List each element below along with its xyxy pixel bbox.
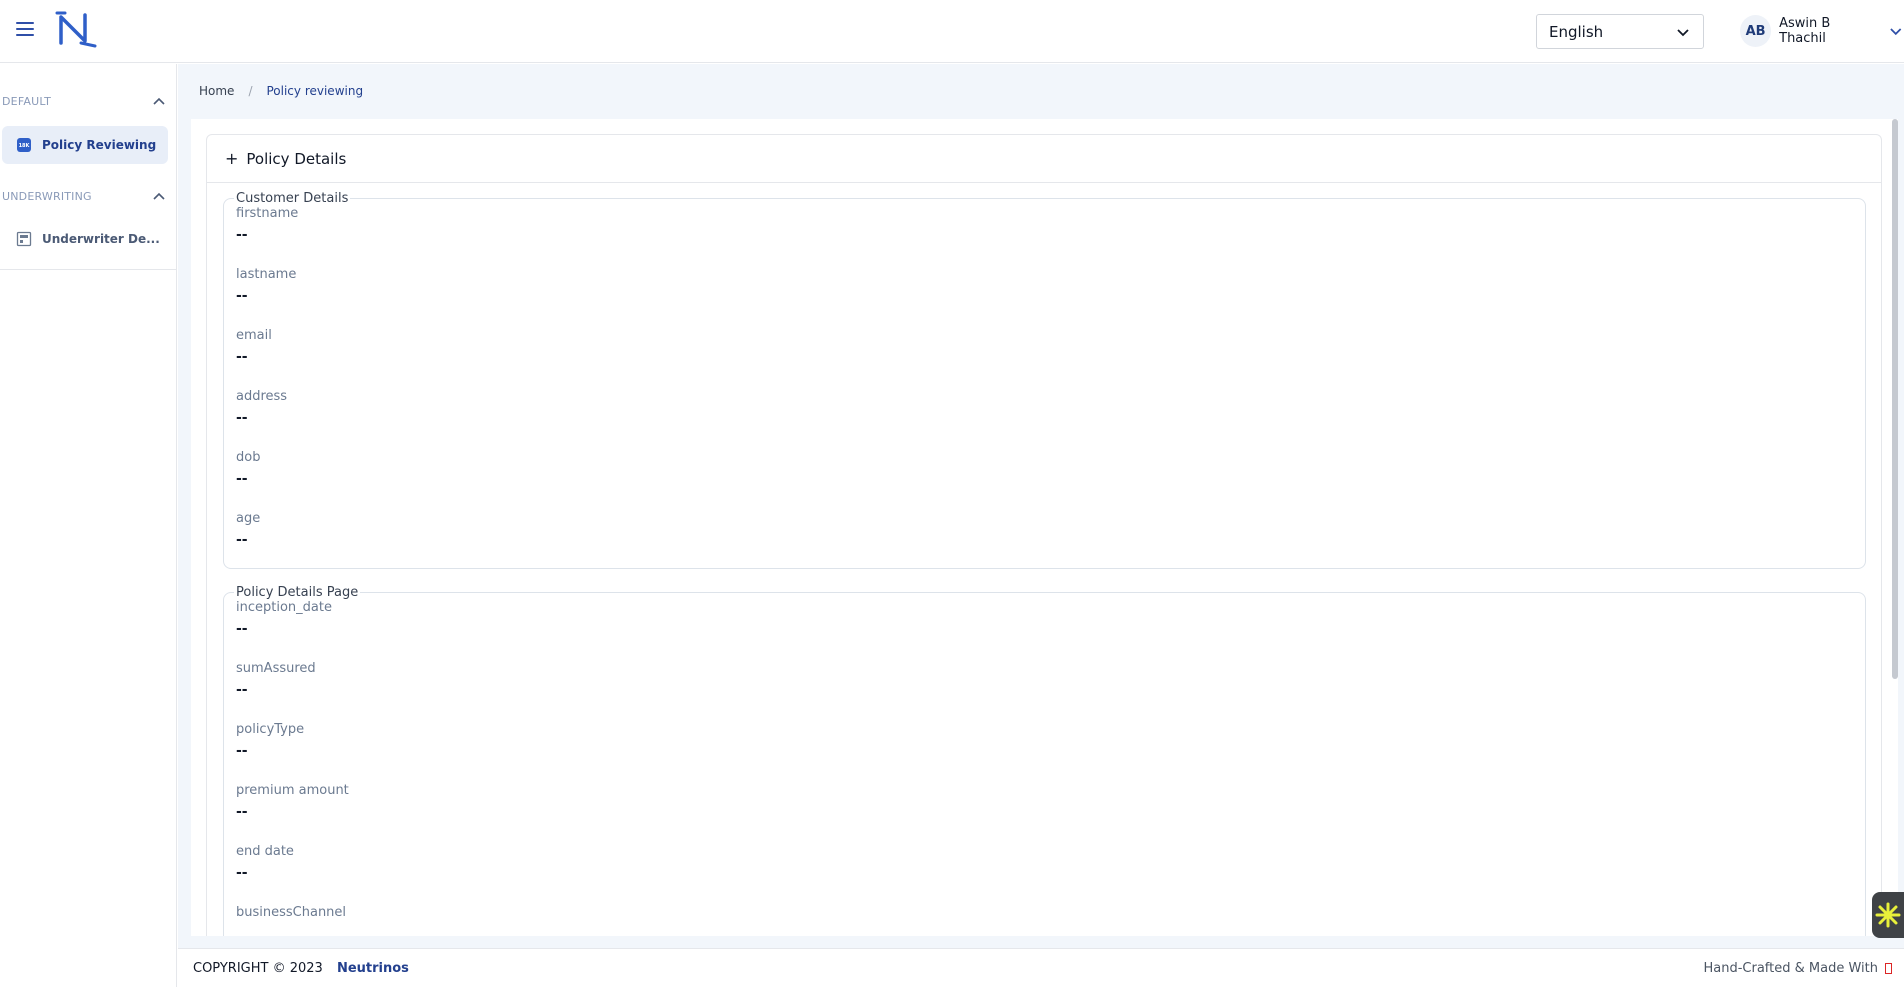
breadcrumb: Home / Policy reviewing <box>199 84 363 98</box>
field-label: dob <box>236 450 261 465</box>
copyright-text: COPYRIGHT © 2023 <box>193 960 323 976</box>
breadcrumb-home[interactable]: Home <box>199 84 234 98</box>
sidebar-item-underwriter[interactable]: Underwriter De... <box>2 220 168 258</box>
sidebar-item-policy-reviewing[interactable]: 18K Policy Reviewing <box>2 126 168 164</box>
top-header: English AB Aswin B Thachil <box>0 0 1904 63</box>
field-value: -- <box>236 349 248 365</box>
field-label: businessChannel <box>236 905 347 920</box>
menu-icon[interactable] <box>16 22 34 36</box>
field-address: address -- <box>236 389 1865 450</box>
plus-icon[interactable]: + <box>225 150 238 167</box>
field-email: email -- <box>236 328 1865 389</box>
language-select-value: English <box>1549 22 1604 41</box>
field-lastname: lastname -- <box>236 267 1865 328</box>
form-icon <box>16 231 32 247</box>
language-select[interactable]: English <box>1536 14 1704 49</box>
chevron-down-icon <box>1890 28 1902 36</box>
sidebar-section-underwriting[interactable]: UNDERWRITING <box>2 184 166 208</box>
sidebar-section-default[interactable]: DEFAULT <box>2 89 166 113</box>
svg-text:18K: 18K <box>19 143 31 149</box>
chevron-down-icon <box>1677 28 1689 36</box>
sidebar-divider <box>0 269 176 270</box>
card-title: Policy Details <box>246 149 347 168</box>
brand-link[interactable]: Neutrinos <box>337 961 409 976</box>
field-value: -- <box>236 804 248 820</box>
field-policy-type: policyType -- <box>236 722 1865 783</box>
field-premium-amount: premium amount -- <box>236 783 1865 844</box>
field-value: -- <box>236 621 248 637</box>
heart-icon <box>1885 962 1892 974</box>
field-label: firstname <box>236 206 299 221</box>
field-age: age -- <box>236 511 1865 572</box>
field-sum-assured: sumAssured -- <box>236 661 1865 722</box>
policy-details-card: + Policy Details Customer Details firstn… <box>206 134 1882 936</box>
field-inception-date: inception_date -- <box>236 600 1865 661</box>
field-label: age <box>236 511 261 526</box>
field-value: -- <box>236 410 248 426</box>
user-name: Aswin B Thachil <box>1779 16 1831 46</box>
sidebar-item-label: Underwriter De... <box>42 232 160 246</box>
help-widget-button[interactable] <box>1872 892 1904 938</box>
content-panel: + Policy Details Customer Details firstn… <box>191 119 1898 936</box>
field-value: -- <box>236 288 248 304</box>
breadcrumb-current: Policy reviewing <box>266 84 364 98</box>
field-value: -- <box>236 471 248 487</box>
avatar: AB <box>1740 15 1772 47</box>
group-legend: Policy Details Page <box>236 585 359 600</box>
field-end-date: end date -- <box>236 844 1865 905</box>
sidebar-section-label: UNDERWRITING <box>2 189 92 203</box>
field-label: premium amount <box>236 783 349 798</box>
user-menu[interactable]: AB Aswin B Thachil <box>1740 14 1904 48</box>
field-label: lastname <box>236 267 297 282</box>
footer: COPYRIGHT © 2023 Neutrinos Hand-Crafted … <box>178 948 1904 987</box>
asterisk-icon <box>1875 902 1901 928</box>
customer-details-group: Customer Details firstname -- lastname -… <box>223 191 1866 569</box>
sidebar-item-label: Policy Reviewing <box>42 138 157 152</box>
field-label: sumAssured <box>236 661 316 676</box>
chevron-up-icon <box>153 192 165 200</box>
field-value: -- <box>236 532 248 548</box>
breadcrumb-separator: / <box>248 84 253 98</box>
field-label: policyType <box>236 722 305 737</box>
chevron-up-icon <box>153 97 165 105</box>
group-legend: Customer Details <box>236 191 349 206</box>
field-value: -- <box>236 865 248 881</box>
field-label: email <box>236 328 272 343</box>
policy-details-page-group: Policy Details Page inception_date -- su… <box>223 585 1866 936</box>
field-label: end date <box>236 844 294 859</box>
field-label: address <box>236 389 288 404</box>
document-icon: 18K <box>17 138 31 152</box>
main-content: Home / Policy reviewing + Policy Details… <box>178 64 1904 948</box>
field-business-channel: businessChannel <box>236 905 1865 936</box>
app-logo[interactable] <box>55 9 101 49</box>
sidebar-section-label: DEFAULT <box>2 94 52 108</box>
field-label: inception_date <box>236 600 332 615</box>
field-firstname: firstname -- <box>236 206 1865 267</box>
field-value: -- <box>236 682 248 698</box>
card-header[interactable]: + Policy Details <box>207 135 1881 183</box>
field-dob: dob -- <box>236 450 1865 511</box>
field-value: -- <box>236 743 248 759</box>
scrollbar[interactable] <box>1892 119 1898 679</box>
field-value: -- <box>236 227 248 243</box>
sidebar: DEFAULT 18K Policy Reviewing UNDERWRITIN… <box>0 64 177 987</box>
made-with-text: Hand-Crafted & Made With <box>1703 960 1879 976</box>
